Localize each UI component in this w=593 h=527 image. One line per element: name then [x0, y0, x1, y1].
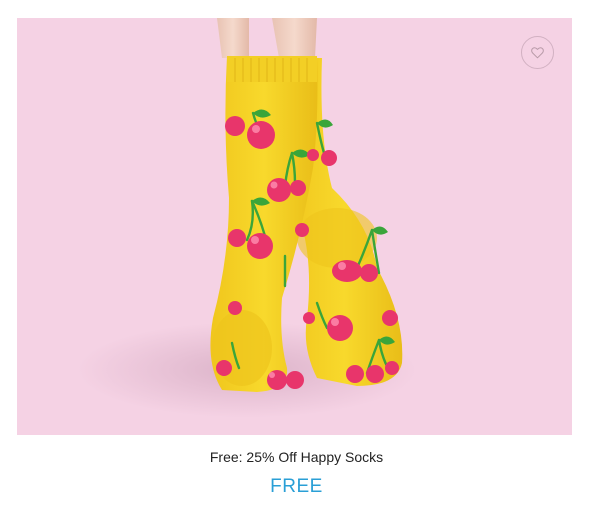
product-price: FREE: [270, 476, 323, 497]
product-photo: [77, 18, 417, 418]
product-image[interactable]: [17, 18, 572, 435]
product-title[interactable]: Free: 25% Off Happy Socks: [0, 449, 593, 465]
wishlist-button[interactable]: [521, 36, 554, 69]
heart-outline-icon: [531, 47, 544, 59]
product-card[interactable]: Free: 25% Off Happy Socks FREE: [0, 0, 593, 527]
